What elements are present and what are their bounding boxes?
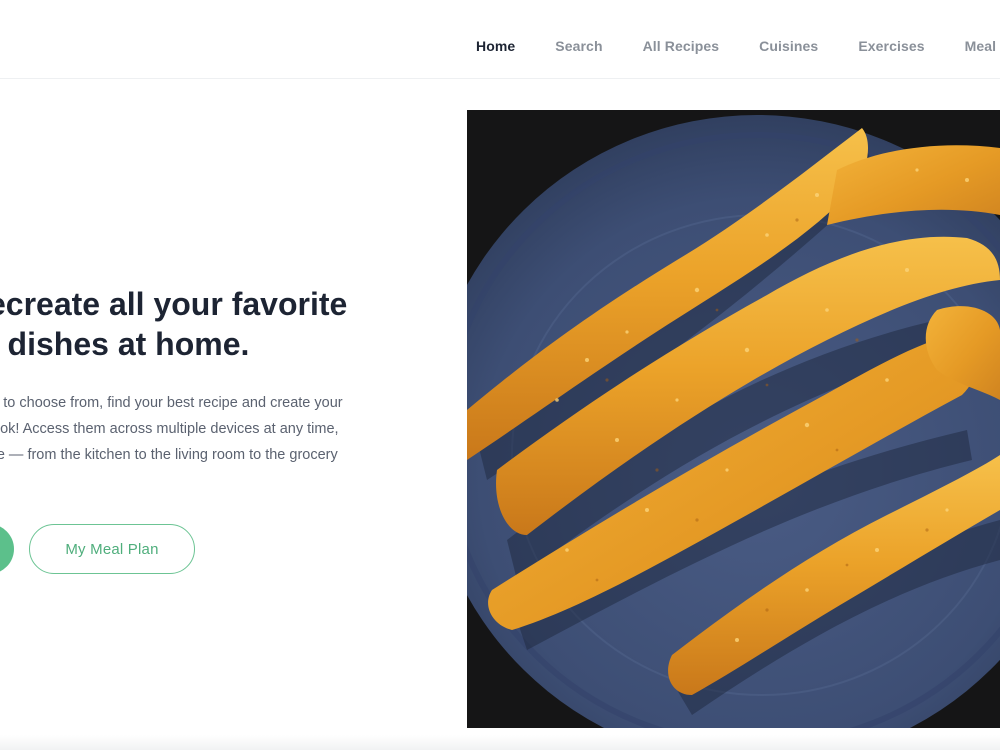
- hero-food-image: [467, 110, 1000, 728]
- nav-home[interactable]: Home: [476, 38, 515, 54]
- hero-description-line: ook! Access them across multiple devices…: [0, 421, 339, 437]
- nav-cuisines[interactable]: Cuisines: [759, 38, 818, 54]
- hero-description-line: re — from the kitchen to the living room…: [0, 447, 338, 463]
- bottom-divider: [0, 735, 1000, 750]
- nav-meal-plan[interactable]: Meal Pla: [965, 38, 1000, 54]
- hero-description-line: s to choose from, find your best recipe …: [0, 395, 343, 411]
- primary-cta-button[interactable]: [0, 524, 14, 574]
- my-meal-plan-button[interactable]: My Meal Plan: [29, 524, 195, 574]
- main-nav: Home Search All Recipes Cuisines Exercis…: [476, 0, 1000, 92]
- nav-search[interactable]: Search: [555, 38, 602, 54]
- hero-title: ecreate all your favorite t dishes at ho…: [0, 284, 347, 364]
- hero-description: s to choose from, find your best recipe …: [0, 390, 343, 468]
- hero-title-line: ecreate all your favorite: [0, 286, 348, 322]
- nav-all-recipes[interactable]: All Recipes: [643, 38, 720, 54]
- nav-exercises[interactable]: Exercises: [858, 38, 924, 54]
- page: Home Search All Recipes Cuisines Exercis…: [0, 0, 1000, 750]
- hero-title-line: t dishes at home.: [0, 326, 250, 362]
- site-header: Home Search All Recipes Cuisines Exercis…: [0, 0, 1000, 79]
